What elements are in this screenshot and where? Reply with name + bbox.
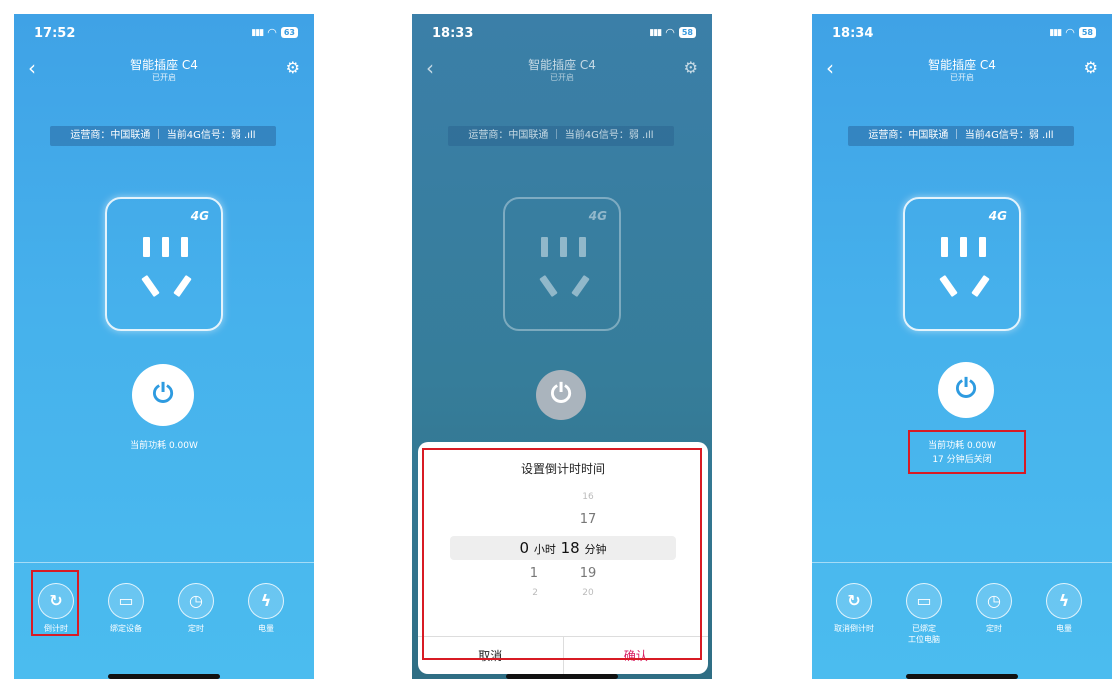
wifi-icon: ◠ [1065, 26, 1075, 39]
power-button[interactable]: ⏻ [132, 364, 194, 426]
screen-countdown-dialog: 18:33 ▮▮▮ ◠ 58 ‹ 智能插座 C4 已开启 ⚙ 运营商：中国联通 ｜ … [412, 14, 712, 679]
page-title: 智能插座 C4 [928, 58, 996, 72]
gear-icon[interactable]: ⚙ [684, 58, 698, 77]
page-title: 智能插座 C4 [130, 58, 198, 72]
highlight-box [908, 430, 1026, 474]
power-consumption: 当前功耗 0.00W [130, 441, 198, 451]
schedule-button[interactable]: ◷ 定时 [964, 583, 1024, 634]
power-button[interactable]: ⏻ [938, 362, 994, 418]
cellular-signal-icon: ▮▮▮ [649, 27, 662, 38]
clock-icon: ◷ [178, 583, 214, 619]
status-bar: 18:34 ▮▮▮ ◠ 58 [812, 14, 1112, 54]
4g-badge: 4G [588, 209, 607, 223]
gear-icon[interactable]: ⚙ [1084, 58, 1098, 77]
screen-countdown-active: 18:34 ▮▮▮ ◠ 58 ‹ 智能插座 C4 已开启 ⚙ 运营商：中国联通 ｜ … [812, 14, 1112, 679]
clock-icon: ◷ [976, 583, 1012, 619]
wifi-icon: ◠ [665, 26, 675, 39]
power-icon: ⏻ [955, 374, 977, 404]
clock: 18:33 [432, 26, 474, 41]
wifi-icon: ◠ [267, 26, 277, 39]
highlight-box [31, 570, 79, 636]
battery-indicator: 58 [1078, 27, 1096, 38]
page-title: 智能插座 C4 [528, 58, 596, 72]
cellular-signal-icon: ▮▮▮ [251, 27, 264, 38]
nav-bar: ‹ 智能插座 C4 已开启 ⚙ [14, 52, 314, 92]
energy-button[interactable]: ϟ 电量 [1034, 583, 1094, 634]
schedule-button[interactable]: ◷ 定时 [166, 583, 226, 634]
monitor-icon: ▭ [906, 583, 942, 619]
socket-illustration: 4G [903, 197, 1021, 331]
monitor-icon: ▭ [108, 583, 144, 619]
home-indicator [108, 674, 220, 679]
clock: 18:34 [832, 26, 874, 41]
lightning-icon: ϟ [1046, 583, 1082, 619]
device-state: 已开启 [152, 73, 176, 82]
bottom-toolbar: ↻ 取消倒计时 ▭ 已绑定 工位电脑 ◷ 定时 ϟ 电量 [812, 562, 1112, 679]
power-button[interactable]: ⏻ [536, 370, 586, 420]
battery-indicator: 58 [678, 27, 696, 38]
socket-illustration: 4G [503, 197, 621, 331]
power-icon: ⏻ [550, 379, 572, 409]
cancel-countdown-button[interactable]: ↻ 取消倒计时 [824, 583, 884, 634]
home-indicator [906, 674, 1018, 679]
home-indicator [506, 674, 618, 679]
4g-badge: 4G [190, 209, 209, 223]
carrier-info: 运营商：中国联通 ｜ 当前4G信号：弱 .ıll [50, 126, 276, 146]
nav-bar: ‹ 智能插座 C4 已开启 ⚙ [812, 52, 1112, 92]
screen-initial: 17:52 ▮▮▮ ◠ 63 ‹ 智能插座 C4 已开启 ⚙ 运营商：中国联通 ｜ … [14, 14, 314, 679]
bind-device-button[interactable]: ▭ 绑定设备 [96, 583, 156, 634]
lightning-icon: ϟ [248, 583, 284, 619]
highlight-box [422, 448, 702, 660]
4g-badge: 4G [988, 209, 1007, 223]
device-state: 已开启 [550, 73, 574, 82]
status-bar: 18:33 ▮▮▮ ◠ 58 [412, 14, 712, 54]
carrier-info: 运营商：中国联通 ｜ 当前4G信号：弱 .ıll [848, 126, 1074, 146]
energy-button[interactable]: ϟ 电量 [236, 583, 296, 634]
countdown-icon: ↻ [836, 583, 872, 619]
bound-device-button[interactable]: ▭ 已绑定 工位电脑 [894, 583, 954, 645]
device-state: 已开启 [950, 73, 974, 82]
battery-indicator: 63 [280, 27, 298, 38]
power-icon: ⏻ [152, 379, 174, 409]
status-bar: 17:52 ▮▮▮ ◠ 63 [14, 14, 314, 54]
gear-icon[interactable]: ⚙ [286, 58, 300, 77]
nav-bar: ‹ 智能插座 C4 已开启 ⚙ [412, 52, 712, 92]
carrier-info: 运营商：中国联通 ｜ 当前4G信号：弱 .ıll [448, 126, 674, 146]
cellular-signal-icon: ▮▮▮ [1049, 27, 1062, 38]
clock: 17:52 [34, 26, 76, 41]
socket-illustration: 4G [105, 197, 223, 331]
